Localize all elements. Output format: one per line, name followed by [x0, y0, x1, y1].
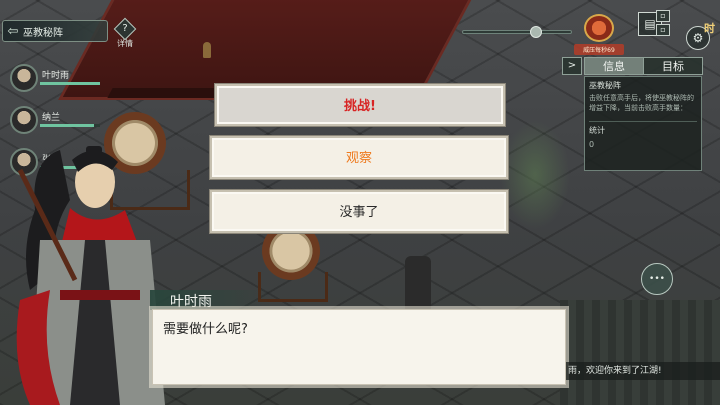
avatar	[10, 64, 38, 92]
stat-label: 统计	[589, 121, 697, 136]
quest-emblem-icon	[584, 14, 614, 42]
party-member-name: 纳兰	[42, 113, 61, 123]
details-button[interactable]: ? 详情	[112, 17, 138, 49]
progress-slider[interactable]	[462, 30, 572, 34]
quest-badge[interactable]: 威压每秒69	[574, 14, 624, 56]
hp-bar	[40, 82, 100, 85]
hp-fill	[40, 124, 94, 127]
location-name: 巫教秘阵	[23, 27, 63, 39]
panel-description: 击败任意高手后，将使巫教秘阵的增益下降，当前击败高手数量：	[589, 94, 694, 112]
avatar	[10, 106, 38, 134]
tab-info[interactable]: 信息	[584, 57, 644, 75]
stat-value: 0	[589, 140, 595, 149]
hud-toggle-icon[interactable]: ▫	[656, 24, 670, 36]
dismiss-button[interactable]: 没事了	[210, 190, 508, 233]
party-member[interactable]: 叶时雨	[2, 62, 102, 102]
question-icon: ?	[113, 17, 137, 41]
chat-log[interactable]: 雨，欢迎你来到了江湖!	[566, 362, 720, 380]
speaker-name: 叶时雨	[170, 294, 212, 310]
speaker-name-tag: 叶时雨	[150, 290, 270, 310]
back-arrow-icon[interactable]: ⇦	[3, 24, 23, 39]
info-panel: > 信息 目标 巫教秘阵 击败任意高手后，将使巫教秘阵的增益下降，当前击败高手数…	[562, 57, 703, 171]
slider-thumb[interactable]	[530, 26, 542, 38]
hud-toggle-icon[interactable]: ▫	[656, 10, 670, 22]
hanging-lantern	[203, 42, 211, 58]
observe-button[interactable]: 观察	[210, 136, 508, 179]
tiled-rooftop	[560, 300, 720, 405]
tab-objective[interactable]: 目标	[643, 57, 703, 75]
panel-body: 巫教秘阵 击败任意高手后，将使巫教秘阵的增益下降，当前击败高手数量： 统计 0	[584, 76, 702, 171]
character-portrait	[16, 146, 165, 405]
hp-fill	[40, 82, 100, 85]
chat-bubble-button[interactable]: •••	[641, 263, 673, 295]
panel-title: 巫教秘阵	[589, 81, 621, 90]
panel-collapse-button[interactable]: >	[562, 57, 582, 75]
dialog-box[interactable]: 需要做什么呢?	[152, 309, 566, 385]
location-bar[interactable]: ⇦ 巫教秘阵	[2, 20, 108, 42]
party-member[interactable]: 纳兰	[2, 104, 102, 144]
party-member-name: 叶时雨	[42, 71, 70, 81]
challenge-button[interactable]: 挑战!	[215, 84, 505, 126]
grass-patch	[500, 120, 570, 230]
dialog-text: 需要做什么呢?	[163, 322, 248, 337]
hp-bar	[40, 124, 100, 127]
side-label: 时	[704, 22, 715, 35]
quest-caption: 威压每秒69	[574, 44, 624, 55]
